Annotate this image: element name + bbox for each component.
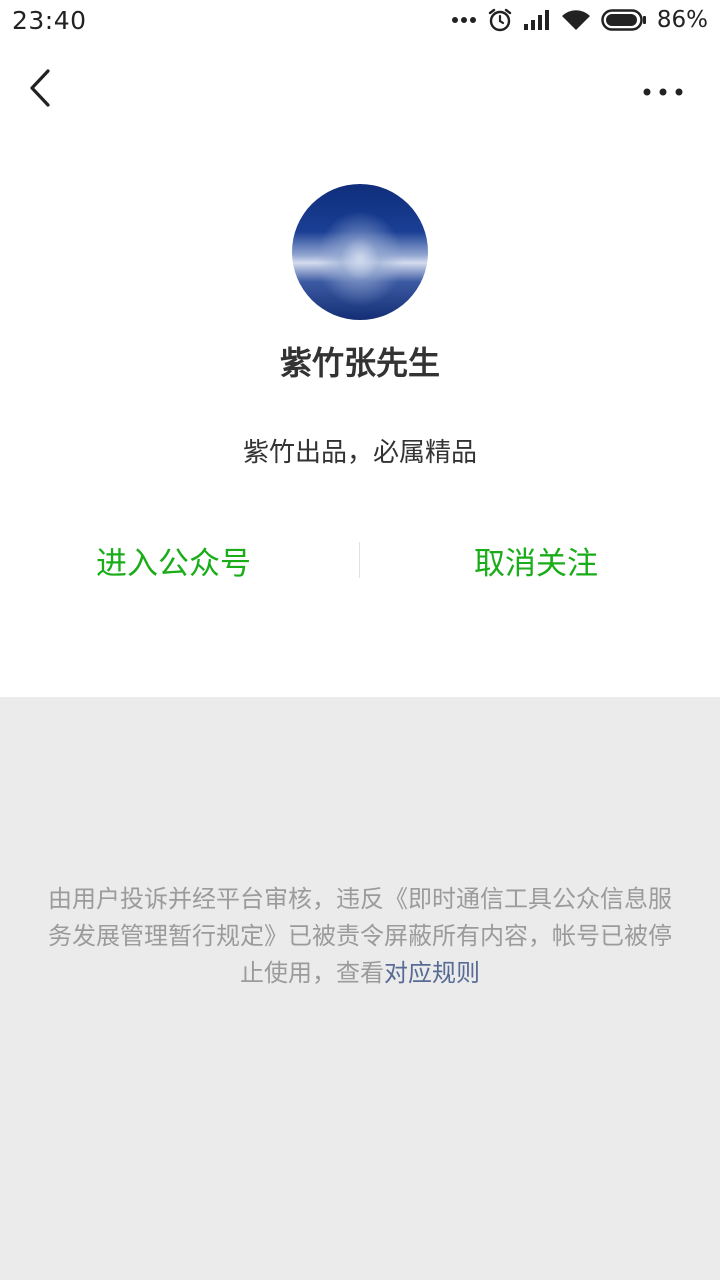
account-profile-screen: 23:40 86% 紫竹张先生 紫竹出品，必属精品 进入公众号 取消关注 由用户…	[0, 0, 720, 1280]
signal-icon	[523, 9, 551, 31]
blocked-notice: 由用户投诉并经平台审核，违反《即时通信工具公众信息服务发展管理暂行规定》已被责令…	[40, 881, 680, 992]
status-time: 23:40	[12, 5, 87, 35]
chevron-left-icon	[28, 68, 52, 112]
status-icons: 86%	[451, 7, 708, 33]
battery-percent: 86%	[656, 7, 708, 33]
notice-section: 由用户投诉并经平台审核，违反《即时通信工具公众信息服务发展管理暂行规定》已被责令…	[0, 697, 720, 1280]
avatar[interactable]	[292, 184, 428, 320]
account-description: 紫竹出品，必属精品	[242, 438, 477, 468]
enter-account-button[interactable]: 进入公众号	[0, 530, 360, 590]
alarm-icon	[487, 7, 513, 33]
status-bar: 23:40 86%	[0, 0, 720, 40]
more-dots-icon	[451, 16, 477, 24]
action-row: 进入公众号 取消关注	[0, 530, 720, 590]
nav-bar	[0, 40, 720, 140]
more-button[interactable]	[632, 64, 694, 116]
more-horizontal-icon	[643, 81, 683, 100]
blocked-notice-text: 由用户投诉并经平台审核，违反《即时通信工具公众信息服务发展管理暂行规定》已被责令…	[48, 885, 672, 987]
rules-link[interactable]: 对应规则	[384, 959, 480, 987]
back-button[interactable]	[16, 64, 64, 116]
account-name: 紫竹张先生	[279, 344, 440, 382]
wifi-icon	[561, 8, 591, 32]
battery-icon	[601, 9, 647, 31]
unfollow-button[interactable]: 取消关注	[360, 530, 720, 590]
